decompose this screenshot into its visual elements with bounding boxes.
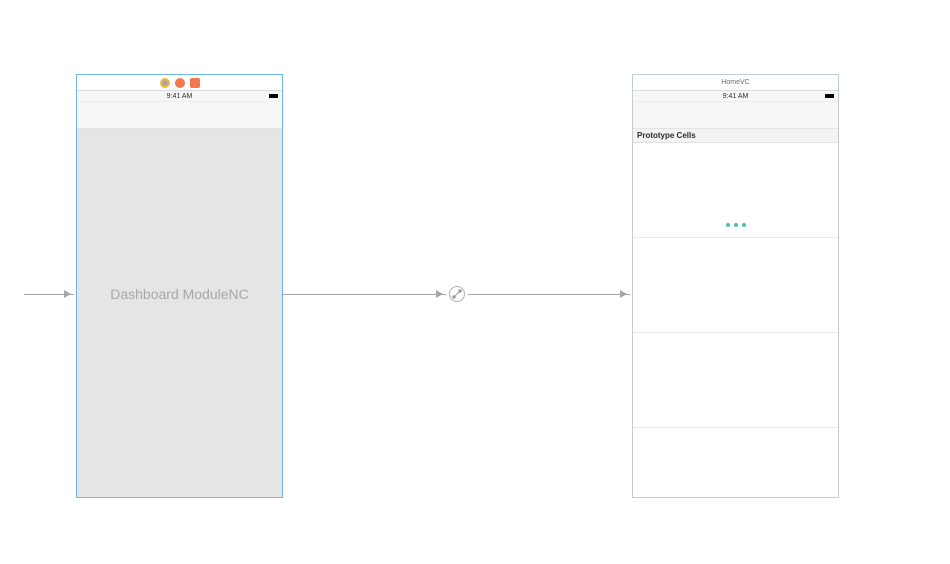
segue-arrow-right[interactable]	[468, 294, 630, 295]
scene-titlebar[interactable]	[77, 75, 282, 91]
storyboard-canvas[interactable]: 9:41 AM Dashboard ModuleNC HomeVC 9:41 A…	[0, 0, 950, 564]
scene-title: HomeVC	[721, 79, 749, 86]
prototype-cells-header: Prototype Cells	[633, 129, 838, 143]
segue-kind-icon	[452, 289, 462, 299]
prototype-cell[interactable]	[633, 143, 838, 238]
status-bar: 9:41 AM	[633, 91, 838, 102]
navigation-bar[interactable]	[77, 102, 282, 129]
prototype-cell[interactable]	[633, 238, 838, 333]
root-view[interactable]	[77, 129, 282, 497]
viewcontroller-icon[interactable]	[160, 78, 170, 88]
status-time: 9:41 AM	[723, 93, 749, 100]
page-dot	[734, 223, 738, 227]
exit-icon[interactable]	[190, 78, 200, 88]
page-control[interactable]	[726, 223, 746, 227]
viewcontroller-body[interactable]: 9:41 AM Prototype Cells	[633, 91, 838, 497]
page-dot	[726, 223, 730, 227]
segue-arrow-left[interactable]	[283, 294, 446, 295]
prototype-cell[interactable]	[633, 333, 838, 428]
table-view[interactable]: Prototype Cells	[633, 129, 838, 497]
status-time: 9:41 AM	[167, 93, 193, 100]
battery-icon	[825, 94, 834, 98]
first-responder-icon[interactable]	[175, 78, 185, 88]
scene-icons	[160, 78, 200, 88]
segue-node[interactable]	[449, 286, 465, 302]
viewcontroller-body[interactable]: 9:41 AM Dashboard ModuleNC	[77, 91, 282, 497]
battery-icon	[269, 94, 278, 98]
status-bar: 9:41 AM	[77, 91, 282, 102]
viewcontroller-home[interactable]: HomeVC 9:41 AM Prototype Cells	[632, 74, 839, 498]
initial-viewcontroller-arrow[interactable]	[24, 294, 74, 295]
scene-titlebar[interactable]: HomeVC	[633, 75, 838, 91]
navigation-bar[interactable]	[633, 102, 838, 129]
viewcontroller-dashboard[interactable]: 9:41 AM Dashboard ModuleNC	[76, 74, 283, 498]
viewcontroller-placeholder-label: Dashboard ModuleNC	[110, 286, 249, 302]
page-dot	[742, 223, 746, 227]
